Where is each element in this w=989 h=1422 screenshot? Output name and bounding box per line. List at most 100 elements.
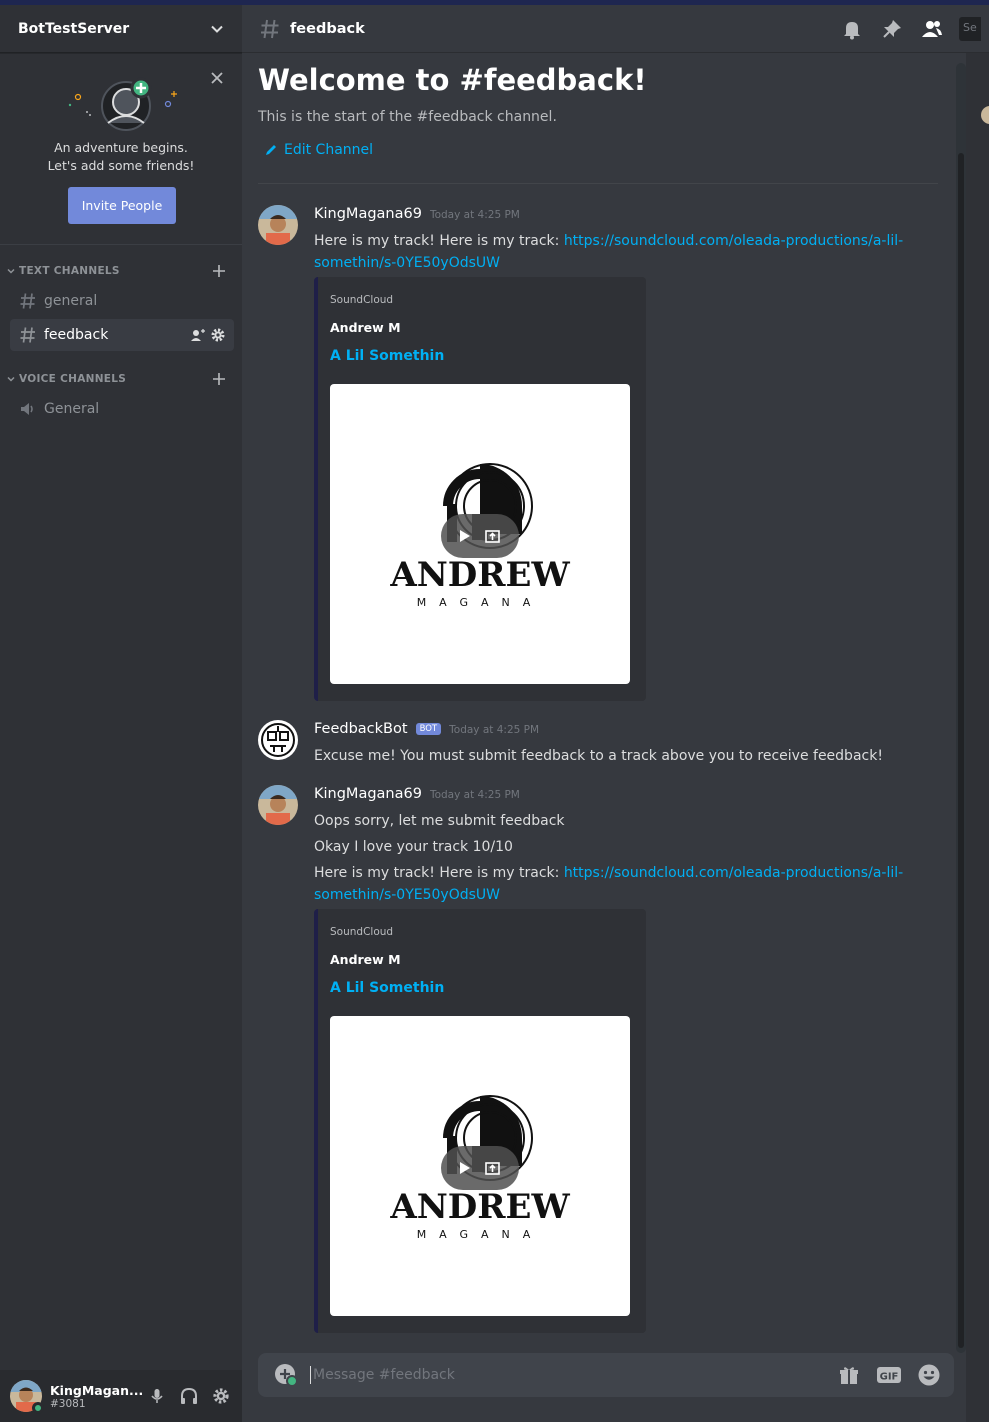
embed-image-title: ANDREW	[389, 555, 570, 595]
track-link[interactable]: https://soundcloud.com/oleada-production…	[564, 865, 903, 881]
bot-badge: BOT	[415, 723, 442, 735]
channel-name: general	[44, 293, 98, 309]
chat-area: feedback Se Welcome to #feedback! This i…	[242, 5, 989, 1422]
message-author[interactable]: KingMagana69	[314, 206, 422, 222]
message-timestamp: Today at 4:25 PM	[429, 209, 520, 221]
track-link-continued[interactable]: somethin/s-0YE50yOdsUW	[314, 255, 500, 271]
user-settings-button[interactable]	[208, 1383, 234, 1409]
composer-tools: GIF	[836, 1362, 942, 1388]
avatar[interactable]	[258, 720, 298, 760]
emoji-button[interactable]	[916, 1362, 942, 1388]
media-controls[interactable]	[441, 1146, 519, 1190]
avatar[interactable]	[10, 1380, 44, 1414]
channel-item-general[interactable]: general	[10, 285, 234, 317]
message-text: Oops sorry, let me submit feedback	[314, 813, 565, 829]
soundcloud-embed: SoundCloud Andrew M A Lil Somethin ANDRE…	[314, 909, 646, 1333]
header-tools: Se	[839, 16, 981, 42]
members-icon	[922, 20, 942, 37]
track-link-continued[interactable]: somethin/s-0YE50yOdsUW	[314, 887, 500, 903]
message-text: Here is my track! Here is my track:	[314, 865, 564, 881]
user-avatar-icon	[258, 205, 298, 245]
embed-thumbnail[interactable]: ANDREW MAGANA	[330, 1016, 630, 1316]
message-text: Excuse me! You must submit feedback to a…	[314, 748, 883, 764]
member-list-button[interactable]	[919, 16, 945, 42]
member-list-edge	[966, 53, 989, 1422]
message-header: FeedbackBot BOT Today at 4:25 PM	[314, 721, 539, 737]
avatar[interactable]	[258, 785, 298, 825]
upload-button[interactable]	[274, 1363, 298, 1387]
invite-line2: Let's add some friends!	[47, 158, 195, 173]
avatar[interactable]	[258, 205, 298, 245]
message-author[interactable]: FeedbackBot	[314, 721, 408, 737]
add-channel-icon[interactable]	[212, 264, 226, 278]
smiley-icon	[918, 1364, 940, 1386]
scrollbar-thumb[interactable]	[958, 153, 964, 1348]
bell-icon	[844, 21, 860, 39]
gift-icon	[840, 1367, 858, 1384]
embed-image-subtitle: MAGANA	[417, 1228, 544, 1241]
divider	[258, 183, 938, 184]
user-avatar-icon	[258, 785, 298, 825]
user-info[interactable]: KingMagan... #3081	[50, 1383, 144, 1410]
embed-title-link[interactable]: A Lil Somethin	[330, 348, 444, 364]
channel-item-feedback[interactable]: feedback	[10, 319, 234, 351]
welcome-subtitle: This is the start of the #feedback chann…	[258, 109, 557, 125]
mute-button[interactable]	[144, 1383, 170, 1409]
category-label: TEXT CHANNELS	[19, 265, 120, 277]
microphone-icon	[151, 1389, 163, 1403]
gift-button[interactable]	[836, 1362, 862, 1388]
media-controls[interactable]	[441, 514, 519, 558]
gif-label: GIF	[880, 1372, 899, 1383]
search-input[interactable]: Se	[959, 16, 981, 41]
online-status-indicator	[32, 1402, 44, 1414]
gear-icon[interactable]	[210, 327, 226, 343]
invite-line1: An adventure begins.	[54, 140, 188, 155]
server-name: BotTestServer	[18, 20, 130, 37]
pinned-messages-button[interactable]	[879, 16, 905, 42]
pin-icon	[883, 19, 901, 38]
track-link[interactable]: https://soundcloud.com/oleada-production…	[564, 233, 903, 249]
play-icon[interactable]	[458, 1160, 472, 1176]
edit-channel-link[interactable]: Edit Channel	[264, 142, 373, 158]
channel-item-voice-general[interactable]: General	[10, 393, 234, 425]
channel-sidebar: BotTestServer An adventure begins. Let's…	[0, 5, 242, 1422]
message-header: KingMagana69 Today at 4:25 PM	[314, 206, 520, 222]
discord-app: BotTestServer An adventure begins. Let's…	[0, 5, 989, 1422]
gif-button[interactable]: GIF	[876, 1362, 902, 1388]
create-invite-icon[interactable]	[190, 327, 206, 343]
embed-author: Andrew M	[330, 952, 401, 967]
embed-provider: SoundCloud	[330, 294, 394, 306]
message-content: Here is my track! Here is my track: http…	[314, 862, 934, 906]
message: KingMagana69 Today at 4:25 PM Here is my…	[258, 205, 938, 701]
open-external-icon[interactable]	[484, 528, 502, 544]
message-author[interactable]: KingMagana69	[314, 786, 422, 802]
username: KingMagan...	[50, 1382, 144, 1398]
message-text: Here is my track! Here is my track:	[314, 233, 564, 249]
category-label: VOICE CHANNELS	[19, 373, 127, 385]
open-external-icon[interactable]	[484, 1160, 502, 1176]
add-channel-icon[interactable]	[212, 372, 226, 386]
close-icon[interactable]	[208, 69, 226, 87]
headphones-icon	[181, 1387, 197, 1404]
welcome-title: Welcome to #feedback!	[258, 63, 647, 97]
message-content: Here is my track! Here is my track: http…	[314, 230, 934, 274]
invite-people-button[interactable]: Invite People	[68, 187, 176, 224]
embed-thumbnail[interactable]: ANDREW MAGANA	[330, 384, 630, 684]
notifications-button[interactable]	[839, 16, 865, 42]
edit-channel-label: Edit Channel	[284, 142, 374, 158]
embed-author: Andrew M	[330, 320, 401, 335]
embed-provider: SoundCloud	[330, 926, 394, 938]
chevron-down-icon[interactable]	[208, 20, 226, 38]
embed-title-link[interactable]: A Lil Somethin	[330, 980, 444, 996]
category-text-channels[interactable]: TEXT CHANNELS	[0, 261, 242, 281]
channel-name: General	[44, 401, 100, 417]
add-friend-illustration-icon	[68, 77, 177, 131]
deafen-button[interactable]	[176, 1383, 202, 1409]
server-header[interactable]: BotTestServer	[0, 5, 242, 53]
user-discriminator: #3081	[50, 1397, 86, 1410]
invite-prompt: An adventure begins. Let's add some frie…	[0, 61, 242, 245]
channel-tools	[190, 327, 226, 343]
play-icon[interactable]	[458, 528, 472, 544]
message-input[interactable]	[310, 1366, 836, 1384]
category-voice-channels[interactable]: VOICE CHANNELS	[0, 369, 242, 389]
